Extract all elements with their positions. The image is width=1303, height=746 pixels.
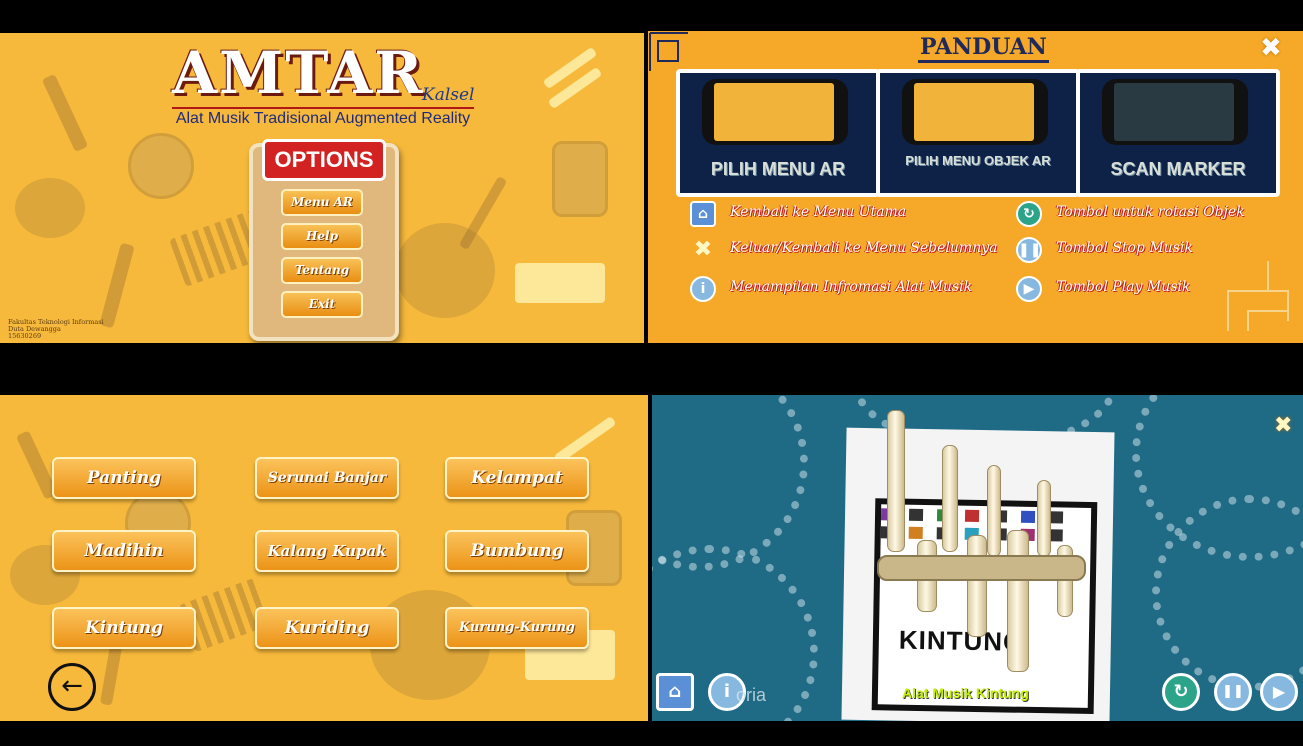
kintung-stand [877,555,1086,581]
instrument-button-kintung[interactable]: Kintung [52,607,196,649]
play-icon[interactable]: ▶ [1260,673,1298,711]
card-label: PILIH MENU AR [710,159,846,179]
app-tagline: Alat Musik Tradisional Augmented Reality [172,107,474,128]
instrument-decoration [128,133,194,199]
legend-text: Tombol Play Musik [1056,279,1191,295]
rotate-icon: ↻ [1016,201,1042,227]
instrument-decoration [99,242,135,329]
instrument-button-serunai-banjar[interactable]: Serunai Banjar [255,457,399,499]
instrument-button-bumbung[interactable]: Bumbung [445,530,589,572]
back-arrow-icon[interactable]: ← [48,663,96,711]
phone-image [702,79,848,145]
tentang-button[interactable]: Tentang [281,257,363,284]
info-icon: i [690,276,716,302]
close-icon[interactable]: ✖ [1260,33,1282,63]
instrument-button-kalang-kupak[interactable]: Kalang Kupak [255,530,399,572]
card-label: PILIH MENU OBJEK AR [905,153,1051,168]
play-icon: ▶ [1016,276,1042,302]
close-icon: ✖ [693,237,713,262]
pause-icon: ❚❚ [1016,237,1042,263]
pause-icon[interactable]: ❚❚ [1214,673,1252,711]
instrument-button-kuriding[interactable]: Kuriding [255,607,399,649]
ar-object-caption: Alat Musik Kintung [902,685,1029,701]
menu-ar-button[interactable]: Menu AR [281,189,363,216]
app-logo: AMTAR [172,39,425,107]
instrument-select-screen: Panting Serunai Banjar Kelampat Madihin … [0,395,648,721]
legend-text: Kembali ke Menu Utama [730,204,907,220]
guide-title: PANDUAN [918,34,1049,63]
card-label: SCAN MARKER [1110,159,1246,179]
instrument-button-madihin[interactable]: Madihin [52,530,196,572]
credits: Fakultas Teknologi Informasi Duta Dewang… [8,319,104,340]
legend-text: Keluar/Kembali ke Menu Sebelumnya [730,240,998,256]
main-menu-screen: AMTAR Kalsel Alat Musik Tradisional Augm… [0,33,644,343]
kintung-3d-model [857,405,1087,700]
instrument-decoration [395,223,495,318]
instrument-decoration [552,141,608,217]
close-icon[interactable]: ✖ [1274,413,1292,438]
phone-image [902,79,1048,145]
credits-line: 15630269 [8,332,42,340]
legend-text: Menampilan Infromasi Alat Musik [730,279,973,295]
help-button[interactable]: Help [281,223,363,250]
instrument-decoration [515,263,605,303]
instrument-button-panting[interactable]: Panting [52,457,196,499]
floor-tile-pattern [652,395,808,571]
corner-ornament [1227,261,1289,331]
instrument-button-kelampat[interactable]: Kelampat [445,457,589,499]
guide-card-scan-marker: SCAN MARKER [1076,69,1280,197]
phone-image [1102,79,1248,145]
home-icon[interactable]: ⌂ [656,673,694,711]
options-title: OPTIONS [262,139,386,181]
instrument-decoration [99,644,123,706]
instrument-button-kurung-kurung[interactable]: Kurung-Kurung [445,607,589,649]
rotate-icon[interactable]: ↻ [1162,673,1200,711]
home-icon: ⌂ [690,201,716,227]
legend-text: Tombol Stop Musik [1056,240,1193,256]
app-logo-region: Kalsel [422,85,475,105]
legend-text: Tombol untuk rotasi Objek [1056,204,1245,220]
instrument-decoration [41,73,89,153]
guide-screen: PANDUAN ✖ PILIH MENU AR PILIH MENU OBJEK… [648,31,1303,343]
exit-button[interactable]: Exit [281,291,363,318]
vuforia-watermark: oria [736,685,767,705]
guide-card-pilih-menu-ar: PILIH MENU AR [676,69,880,197]
instrument-decoration [15,178,85,238]
guide-card-pilih-menu-objek-ar: PILIH MENU OBJEK AR [876,69,1080,197]
ar-camera-view: KINTUNG ✖ ⌂ i oria Alat Musik Kintung ↻ … [652,395,1303,721]
